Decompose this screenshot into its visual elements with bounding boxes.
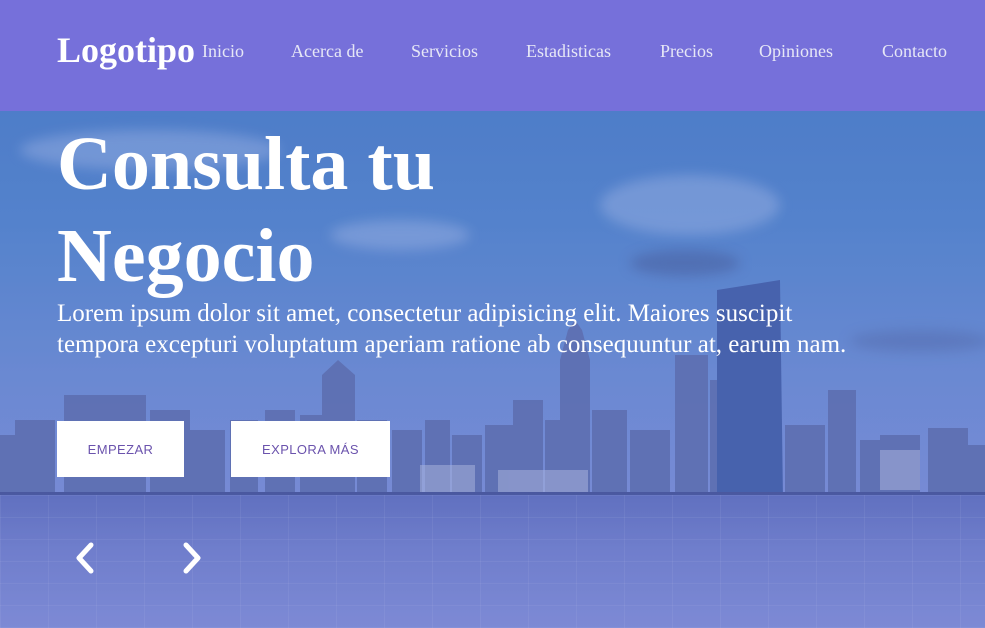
start-button[interactable]: EMPEZAR <box>57 421 184 477</box>
slider-next-button[interactable] <box>172 538 212 578</box>
navbar: Logotipo Inicio Acerca de Servicios Esta… <box>0 0 985 111</box>
slider-prev-button[interactable] <box>65 538 105 578</box>
nav-link-opiniones[interactable]: Opiniones <box>759 40 833 62</box>
landing-page: Logotipo Inicio Acerca de Servicios Esta… <box>0 0 985 628</box>
nav-menu: Inicio Acerca de Servicios Estadisticas … <box>0 40 985 62</box>
nav-link-estadisticas[interactable]: Estadisticas <box>526 40 611 62</box>
chevron-left-icon <box>76 542 94 574</box>
nav-link-inicio[interactable]: Inicio <box>202 40 244 62</box>
nav-link-contacto[interactable]: Contacto <box>882 40 947 62</box>
nav-link-acerca-de[interactable]: Acerca de <box>291 40 363 62</box>
nav-link-precios[interactable]: Precios <box>660 40 713 62</box>
explore-more-button[interactable]: EXPLORA MÁS <box>231 421 390 477</box>
hero-description: Lorem ipsum dolor sit amet, consectetur … <box>57 300 847 358</box>
hero-title: Consulta tu Negocio <box>57 122 435 298</box>
chevron-right-icon <box>183 542 201 574</box>
nav-link-servicios[interactable]: Servicios <box>411 40 478 62</box>
